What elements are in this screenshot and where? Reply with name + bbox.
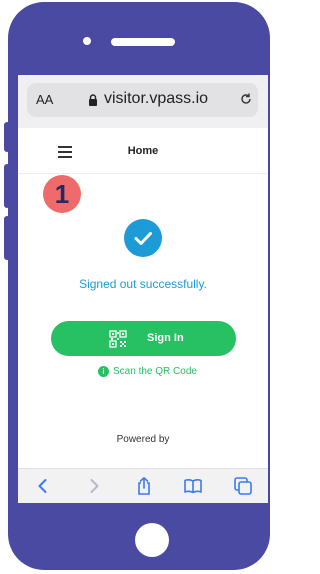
step-number-badge: 1 [43,175,81,213]
sign-in-label: Sign In [147,332,184,344]
scan-qr-label: Scan the QR Code [113,366,197,377]
phone-screen: AA visitor.vpass.io Home 1 Signed out su… [18,75,268,503]
speaker-grille [111,38,175,46]
side-button-top [4,122,10,152]
share-icon[interactable] [134,476,154,496]
sign-in-button[interactable]: Sign In [51,321,236,356]
bookmarks-icon[interactable] [183,476,203,496]
checkmark-icon [134,232,152,245]
status-check-badge [124,219,162,257]
info-icon: i [98,366,109,377]
qr-code-icon [109,330,127,348]
side-button-volume-down [4,216,10,260]
side-button-volume-up [4,164,10,208]
back-icon[interactable] [33,476,53,496]
text-size-button[interactable]: AA [36,92,53,107]
browser-toolbar [18,468,268,503]
text-size-label: AA [36,92,54,107]
reload-icon[interactable] [239,92,253,106]
page-title: Home [127,145,159,157]
browser-url-area: AA visitor.vpass.io [18,75,268,128]
scan-qr-link[interactable]: i Scan the QR Code [98,366,197,377]
top-nav: Home [18,128,268,174]
home-button[interactable] [135,523,169,557]
front-camera [83,37,91,45]
forward-icon[interactable] [84,476,104,496]
tabs-icon[interactable] [233,476,253,496]
address-bar[interactable]: AA visitor.vpass.io [27,83,258,117]
powered-by-text: Powered by [116,434,170,445]
lock-icon [89,94,97,106]
status-message: Signed out successfully. [79,277,207,291]
url-text: visitor.vpass.io [104,90,209,107]
